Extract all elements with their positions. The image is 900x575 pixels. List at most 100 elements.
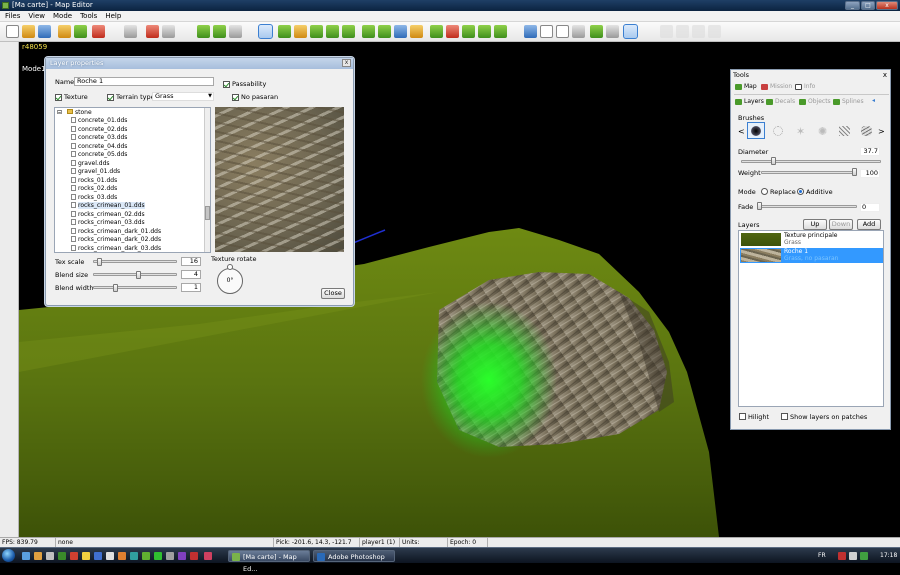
close-dialog-button[interactable]: Close (321, 288, 345, 299)
tab-info[interactable]: Info (794, 82, 815, 92)
blend-width-field[interactable]: 1 (181, 283, 201, 292)
tree-file-item[interactable]: concrete_02.dds (71, 125, 127, 134)
tex-scale-slider[interactable] (93, 260, 177, 263)
left-tool-6-icon[interactable] (3, 134, 16, 147)
menu-view[interactable]: View (25, 11, 48, 22)
quicklaunch-5-icon[interactable] (70, 552, 78, 560)
tree-file-item[interactable]: concrete_03.dds (71, 134, 127, 142)
left-tool-8-icon[interactable] (3, 166, 16, 179)
tab-objects[interactable]: Objects (798, 97, 831, 107)
notes-icon[interactable] (556, 25, 569, 38)
weight-field[interactable]: 100 (860, 169, 880, 178)
tree-file-item[interactable]: rocks_01.dds (71, 176, 117, 185)
tabs-scroll-icon[interactable]: ◂ (872, 97, 875, 104)
open-folder-icon[interactable] (22, 25, 35, 38)
new-file-icon[interactable] (6, 25, 19, 38)
fade-slider[interactable] (757, 205, 857, 208)
left-tool-2-icon[interactable] (3, 66, 16, 79)
left-tool-14-icon[interactable] (3, 270, 16, 283)
tray-1-icon[interactable] (838, 552, 846, 560)
blend-width-slider[interactable] (93, 286, 177, 289)
eyedropper-icon[interactable] (162, 25, 175, 38)
no-pasaran-checkbox[interactable] (232, 94, 239, 101)
lower-terrain-icon[interactable] (294, 25, 307, 38)
tex-scale-field[interactable]: 16 (181, 257, 201, 266)
tree-folder[interactable]: stone (67, 109, 92, 117)
document-icon[interactable] (540, 25, 553, 38)
language-indicator[interactable]: FR (818, 552, 826, 559)
tree-scrollbar[interactable] (204, 108, 210, 252)
quicklaunch-15-icon[interactable] (190, 552, 198, 560)
quicklaunch-4-icon[interactable] (58, 552, 66, 560)
tree-file-item[interactable]: rocks_03.dds (71, 193, 117, 202)
units-icon[interactable] (446, 25, 459, 38)
grid-icon[interactable] (606, 25, 619, 38)
terrain-type-select[interactable]: Grass ▼ (152, 92, 214, 101)
tree-file-item[interactable]: gravel_01.dds (71, 168, 120, 176)
tray-2-icon[interactable] (849, 552, 857, 560)
tree-file-item[interactable]: concrete_05.dds (71, 151, 127, 159)
weight-slider[interactable] (761, 171, 857, 174)
blend-size-thumb[interactable] (136, 271, 142, 279)
grass-icon[interactable] (213, 25, 226, 38)
show-layers-checkbox[interactable] (781, 413, 788, 420)
tree-collapse-icon[interactable]: ⊟ (57, 109, 62, 117)
left-tool-12-icon[interactable] (3, 238, 16, 251)
tree-file-item[interactable]: rocks_crimean_dark_01.dds (71, 227, 161, 236)
layers-list[interactable]: Texture principale Grass Roche 1 Grass, … (738, 230, 884, 407)
tree-file-item[interactable]: rocks_crimean_02.dds (71, 210, 145, 219)
texture-checkbox[interactable] (55, 94, 62, 101)
tree-file-item[interactable]: rocks_crimean_03.dds (71, 219, 145, 227)
water-icon[interactable] (394, 25, 407, 38)
brush-star[interactable]: ✶ (791, 122, 809, 139)
objects-icon[interactable] (430, 25, 443, 38)
layer-row-roche-1[interactable]: Roche 1 Grass, no pasaran (740, 248, 883, 263)
menu-mode[interactable]: Mode (50, 11, 75, 22)
quicklaunch-2-icon[interactable] (34, 552, 42, 560)
left-tool-3-icon[interactable] (3, 82, 16, 95)
road-icon[interactable] (410, 25, 423, 38)
mode-replace-radio[interactable] (761, 188, 768, 195)
layer-down-button[interactable]: Down (829, 219, 853, 230)
quicklaunch-13-icon[interactable] (166, 552, 174, 560)
tray-3-icon[interactable] (860, 552, 868, 560)
left-tool-11-icon[interactable] (3, 218, 16, 231)
quicklaunch-11-icon[interactable] (142, 552, 150, 560)
terrain-type-checkbox[interactable] (107, 94, 114, 101)
tree-scroll-thumb[interactable] (205, 206, 210, 220)
undo-icon[interactable] (124, 25, 137, 38)
tree-file-item[interactable]: concrete_04.dds (71, 142, 127, 151)
vegetation-icon[interactable] (462, 25, 475, 38)
quicklaunch-7-icon[interactable] (94, 552, 102, 560)
tools-icon[interactable] (623, 24, 638, 39)
quicklaunch-1-icon[interactable] (22, 552, 30, 560)
close-button[interactable]: x (876, 1, 898, 10)
tree-file-item[interactable]: rocks_02.dds (71, 185, 117, 193)
left-tool-7-icon[interactable] (3, 150, 16, 163)
fade-field[interactable]: 0 (860, 203, 880, 212)
tree-file-item[interactable]: rocks_crimean_01.dds (71, 202, 145, 210)
brush-rough[interactable] (857, 122, 875, 139)
diameter-slider[interactable] (741, 160, 881, 163)
bushes-icon[interactable] (478, 25, 491, 38)
left-tool-10-icon[interactable] (3, 202, 16, 215)
layer-name-field[interactable]: Roche 1 (74, 77, 214, 86)
menu-files[interactable]: Files (2, 11, 23, 22)
minimize-button[interactable]: _ (845, 1, 860, 10)
rotate-handle[interactable] (227, 264, 233, 270)
tab-decals[interactable]: Decals (765, 97, 795, 107)
layer-up-button[interactable]: Up (803, 219, 827, 230)
field-icon[interactable] (378, 25, 391, 38)
paint-tool-icon[interactable] (146, 25, 159, 38)
tools-close-icon[interactable]: x (883, 70, 887, 80)
quicklaunch-3-icon[interactable] (46, 552, 54, 560)
blend-size-field[interactable]: 4 (181, 270, 201, 279)
weight-thumb[interactable] (852, 168, 857, 176)
import-icon[interactable] (58, 25, 71, 38)
pointer-icon[interactable] (258, 24, 273, 39)
fade-thumb[interactable] (757, 202, 762, 210)
brush-next-arrow[interactable]: > (878, 127, 885, 136)
export-icon[interactable] (74, 25, 87, 38)
tree-file-item[interactable]: concrete_01.dds (71, 117, 127, 125)
tab-layers[interactable]: Layers (734, 97, 764, 107)
